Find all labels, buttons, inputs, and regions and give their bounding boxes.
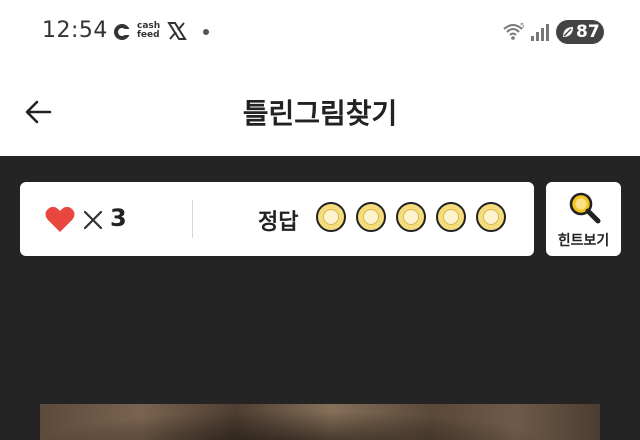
answer-slot xyxy=(476,202,506,232)
puzzle-image[interactable] xyxy=(40,404,600,440)
answer-slot xyxy=(436,202,466,232)
game-area: 3 정답 힌트보기 xyxy=(0,156,640,440)
signal-icon xyxy=(531,24,549,41)
status-time: 12:54 xyxy=(42,18,108,43)
leaf-icon xyxy=(563,27,573,37)
battery-indicator: 87 xyxy=(556,20,604,44)
magnifier-icon xyxy=(569,192,601,224)
hint-button[interactable]: 힌트보기 xyxy=(546,182,621,256)
puzzle-image-shade xyxy=(40,404,600,440)
svg-text:5: 5 xyxy=(520,22,524,30)
cashfeed-logo-text: cash feed xyxy=(137,21,161,40)
hint-button-label: 힌트보기 xyxy=(557,233,610,249)
notification-dot-icon xyxy=(203,29,209,35)
status-bar: 12:54 cash feed 5 87 xyxy=(0,0,640,64)
lives-count: 3 xyxy=(110,204,127,232)
cashfeed-icon xyxy=(114,24,131,40)
answer-slot xyxy=(356,202,386,232)
wifi-icon: 5 xyxy=(503,22,524,40)
panel-divider xyxy=(192,200,193,238)
answer-slots xyxy=(316,202,516,236)
answer-label: 정답 xyxy=(258,210,299,235)
battery-level: 87 xyxy=(576,22,600,42)
game-status-panel: 3 정답 xyxy=(20,182,534,256)
answer-slot xyxy=(396,202,426,232)
x-logo-icon xyxy=(167,22,187,40)
heart-icon xyxy=(45,206,75,232)
answer-slot xyxy=(316,202,346,232)
app-header: 틀린그림찾기 xyxy=(0,64,640,156)
page-title: 틀린그림찾기 xyxy=(242,97,398,130)
multiply-icon xyxy=(83,210,103,230)
